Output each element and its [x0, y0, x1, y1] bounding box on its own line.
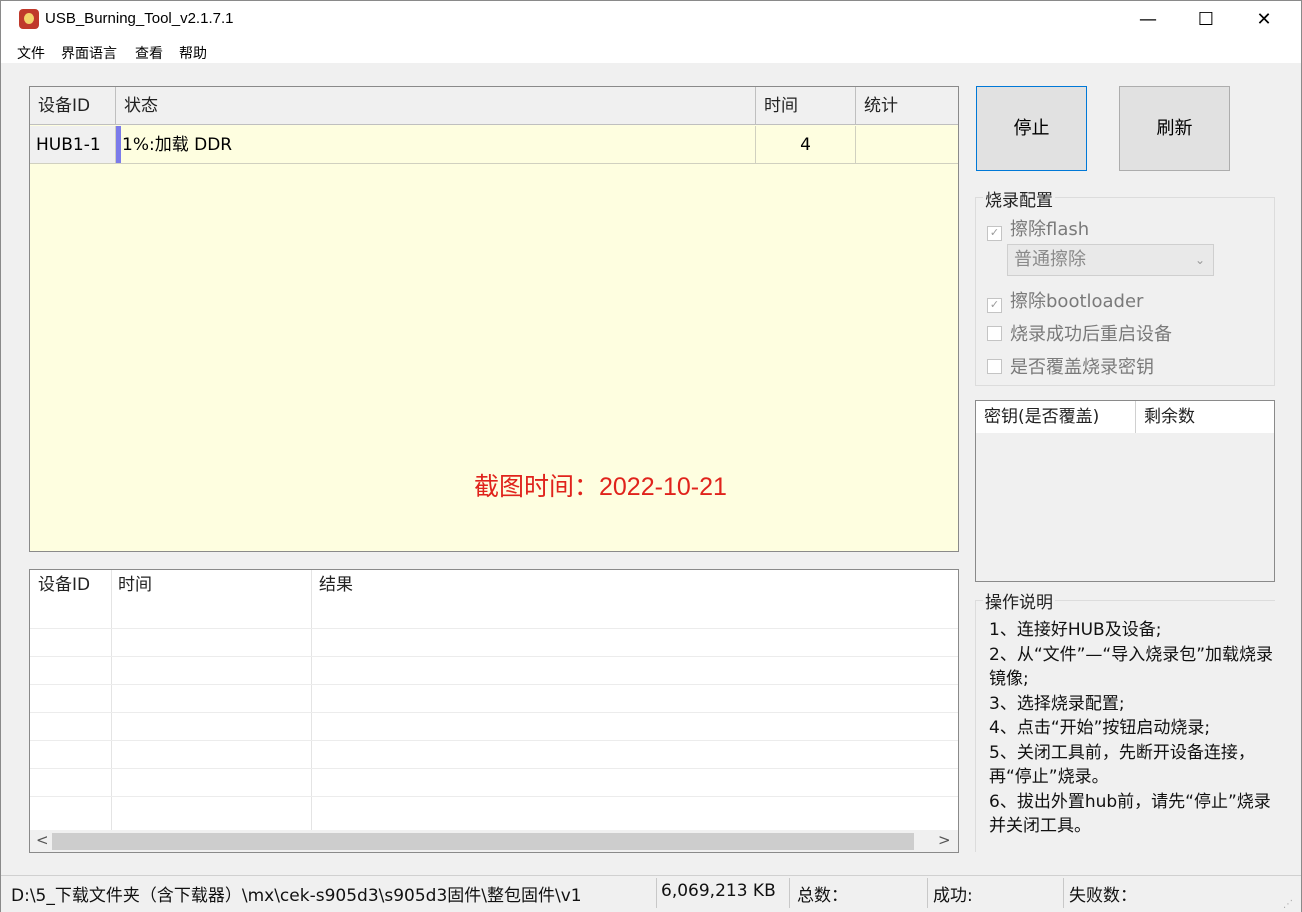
row-divider — [30, 796, 958, 797]
erase-flash-label: 擦除flash — [1010, 219, 1090, 240]
erase-flash-checkbox[interactable]: ✓ 擦除flash — [987, 215, 1089, 241]
row-divider — [30, 656, 958, 657]
scroll-right-arrow-icon[interactable]: > — [938, 831, 951, 849]
close-button[interactable]: ✕ — [1235, 1, 1293, 39]
column-divider — [311, 570, 312, 830]
row-device-id: HUB1-1 — [30, 126, 116, 164]
header-stats[interactable]: 统计 — [856, 87, 958, 125]
burn-log-table[interactable]: 设备ID 时间 结果 < > — [29, 569, 959, 853]
checkbox-empty-icon[interactable] — [987, 359, 1002, 374]
header-time[interactable]: 时间 — [756, 87, 856, 125]
device-status-table[interactable]: 设备ID 状态 时间 统计 HUB1-1 1%:加载 DDR 4 截图时间：20… — [29, 86, 959, 552]
status-total: 总数： — [797, 886, 848, 906]
row-divider — [30, 740, 958, 741]
screenshot-watermark: 截图时间：2022-10-21 — [474, 473, 727, 501]
instructions-title: 操作说明 — [983, 588, 1055, 613]
row-divider — [30, 768, 958, 769]
status-failed: 失败数： — [1069, 886, 1137, 906]
header-status[interactable]: 状态 — [116, 87, 756, 125]
status-file-size: 6,069,213 KB — [661, 881, 776, 901]
instruction-line: 1、连接好HUB及设备; — [989, 620, 1162, 640]
log-header-device-id[interactable]: 设备ID — [38, 570, 90, 600]
checkbox-checked-icon[interactable]: ✓ — [987, 298, 1002, 313]
log-header-result[interactable]: 结果 — [319, 570, 353, 600]
key-header-name[interactable]: 密钥(是否覆盖) — [976, 401, 1136, 433]
row-divider — [30, 712, 958, 713]
refresh-button[interactable]: 刷新 — [1119, 86, 1230, 171]
stop-button[interactable]: 停止 — [976, 86, 1087, 171]
title-bar[interactable]: USB_Burning_Tool_v2.1.7.1 — ☐ ✕ — [1, 1, 1301, 39]
instructions-text: 1、连接好HUB及设备; 2、从“文件”—“导入烧录包”加载烧录镜像; 3、选择… — [989, 618, 1274, 839]
progress-bar — [116, 126, 121, 163]
row-time: 4 — [756, 126, 856, 164]
device-table-header: 设备ID 状态 时间 统计 — [30, 87, 958, 125]
instruction-line: 3、选择烧录配置; — [989, 693, 1125, 714]
row-status-text: 1%:加载 DDR — [122, 135, 233, 155]
resize-grip-icon[interactable]: ⋰ — [1283, 899, 1293, 910]
log-header-time[interactable]: 时间 — [118, 570, 152, 600]
row-stats — [856, 126, 958, 164]
menu-view[interactable]: 查看 — [135, 43, 163, 63]
chevron-down-icon: ⌄ — [1194, 253, 1205, 267]
minimize-button[interactable]: — — [1119, 1, 1177, 39]
row-status: 1%:加载 DDR — [116, 126, 756, 164]
scroll-left-arrow-icon[interactable]: < — [36, 831, 49, 849]
reboot-after-label: 烧录成功后重启设备 — [1010, 324, 1172, 345]
status-divider — [927, 878, 928, 908]
key-list[interactable]: 密钥(是否覆盖) 剩余数 — [975, 400, 1275, 582]
window-title: USB_Burning_Tool_v2.1.7.1 — [45, 10, 234, 27]
status-divider — [1063, 878, 1064, 908]
maximize-button[interactable]: ☐ — [1177, 1, 1235, 39]
erase-bootloader-label: 擦除bootloader — [1010, 291, 1144, 312]
instruction-line: 5、关闭工具前，先断开设备连接，再“停止”烧录。 — [989, 742, 1255, 788]
checkbox-empty-icon[interactable] — [987, 326, 1002, 341]
status-bar: D:\5_下载文件夹（含下载器）\mx\cek-s905d3\s905d3固件\… — [1, 875, 1301, 912]
row-divider — [30, 684, 958, 685]
erase-mode-value: 普通擦除 — [1014, 249, 1086, 270]
menu-help[interactable]: 帮助 — [179, 43, 207, 63]
status-divider — [656, 878, 657, 908]
app-logo-icon — [19, 9, 39, 29]
erase-mode-select[interactable]: 普通擦除 ⌄ — [1007, 244, 1214, 276]
instruction-line: 2、从“文件”—“导入烧录包”加载烧录镜像; — [989, 644, 1274, 690]
checkbox-checked-icon[interactable]: ✓ — [987, 226, 1002, 241]
erase-bootloader-checkbox[interactable]: ✓ 擦除bootloader — [987, 287, 1143, 313]
menu-bar: 文件 界面语言 查看 帮助 — [1, 39, 1301, 63]
log-table-header: 设备ID 时间 结果 — [30, 570, 958, 600]
instruction-line: 4、点击“开始”按钮启动烧录; — [989, 718, 1211, 738]
column-divider — [111, 570, 112, 830]
table-row[interactable]: HUB1-1 1%:加载 DDR 4 — [30, 126, 958, 164]
menu-language[interactable]: 界面语言 — [61, 43, 117, 63]
key-header-remaining[interactable]: 剩余数 — [1136, 401, 1274, 433]
horizontal-scrollbar[interactable]: < > — [30, 830, 958, 852]
status-divider — [789, 878, 790, 908]
instruction-line: 6、拔出外置hub前，请先“停止”烧录并关闭工具。 — [989, 791, 1271, 837]
overwrite-key-checkbox[interactable]: 是否覆盖烧录密钥 — [987, 353, 1154, 379]
overwrite-key-label: 是否覆盖烧录密钥 — [1010, 357, 1154, 378]
row-divider — [30, 628, 958, 629]
menu-file[interactable]: 文件 — [17, 43, 45, 63]
status-file-path: D:\5_下载文件夹（含下载器）\mx\cek-s905d3\s905d3固件\… — [11, 886, 582, 906]
reboot-after-checkbox[interactable]: 烧录成功后重启设备 — [987, 320, 1172, 346]
burn-config-title: 烧录配置 — [983, 186, 1055, 211]
header-device-id[interactable]: 设备ID — [30, 87, 116, 125]
status-success: 成功: — [933, 886, 973, 906]
application-window: USB_Burning_Tool_v2.1.7.1 — ☐ ✕ 文件 界面语言 … — [0, 0, 1302, 912]
scrollbar-thumb[interactable] — [52, 833, 914, 850]
